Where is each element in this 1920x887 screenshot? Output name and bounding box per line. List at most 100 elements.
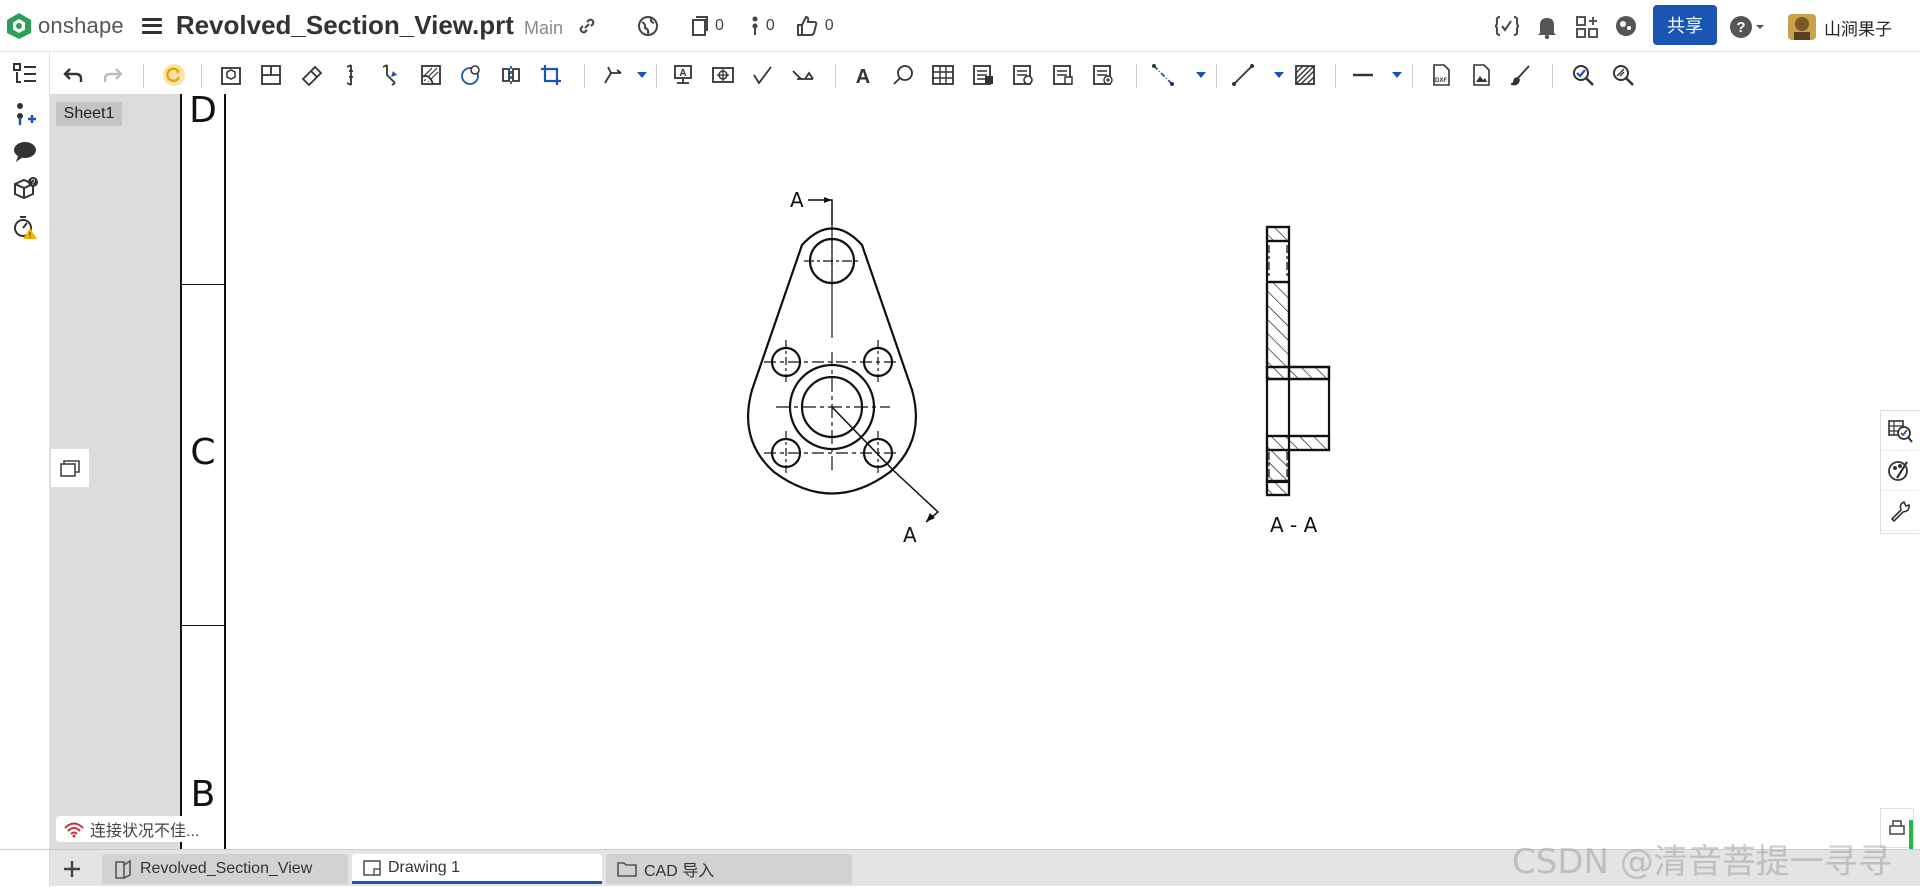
main-menu-button[interactable]	[141, 17, 162, 34]
tab-cad-import[interactable]: CAD 导入	[606, 854, 852, 884]
format-painter-icon[interactable]	[1508, 62, 1534, 88]
help-icon[interactable]: ?	[1729, 15, 1767, 39]
svg-text:DXF: DXF	[1435, 78, 1447, 84]
inspect-dimension-icon[interactable]	[1610, 62, 1636, 88]
add-instance-icon[interactable]	[10, 99, 40, 129]
connection-status[interactable]: 连接状况不佳...	[56, 816, 220, 842]
onshape-logo-icon	[7, 12, 31, 39]
add-tab-button[interactable]	[58, 856, 86, 882]
dimension-icon[interactable]	[600, 62, 626, 88]
bottom-left-rail	[0, 850, 50, 887]
versions-icon[interactable]	[691, 15, 709, 37]
datum-feature-icon[interactable]: A	[670, 62, 696, 88]
insert-view-icon[interactable]	[218, 62, 244, 88]
hatch-icon[interactable]	[1292, 62, 1318, 88]
break-view-icon[interactable]	[498, 62, 524, 88]
appearance-panel-icon[interactable]	[1881, 451, 1919, 491]
connection-status-text: 连接状况不佳...	[90, 823, 200, 840]
branches-icon[interactable]	[750, 15, 760, 37]
learning-icon[interactable]	[1614, 14, 1638, 38]
tab-label: Revolved_Section_View	[140, 860, 313, 877]
feature-control-frame-icon[interactable]	[710, 62, 736, 88]
line-style-icon[interactable]	[1350, 62, 1376, 88]
update-drawing-icon[interactable]	[161, 62, 187, 88]
left-rail: ? !	[0, 52, 50, 886]
crop-view-icon[interactable]	[538, 62, 564, 88]
insert-image-icon[interactable]	[1468, 62, 1494, 88]
note-icon[interactable]: A	[850, 62, 876, 88]
revision-table-icon[interactable]	[1050, 62, 1076, 88]
avatar[interactable]	[1786, 12, 1818, 42]
centerline-dropdown[interactable]	[1196, 72, 1206, 78]
user-name[interactable]: 山涧果子	[1824, 15, 1892, 40]
sheet-tab-sheet1[interactable]: Sheet1	[56, 102, 122, 126]
part-studio-icon	[112, 858, 134, 880]
undo-icon[interactable]	[60, 62, 86, 88]
hole-table-icon[interactable]	[1010, 62, 1036, 88]
drawing-check-panel-icon[interactable]	[1881, 411, 1919, 451]
aligned-section-view-icon[interactable]	[378, 62, 404, 88]
sheet-border-zones: D C B	[180, 90, 226, 849]
detail-view-icon[interactable]	[458, 62, 484, 88]
section-view-icon[interactable]	[338, 62, 364, 88]
top-bar: onshape Revolved_Section_View.prt Main 0…	[0, 0, 1920, 52]
svg-text:?: ?	[31, 178, 36, 187]
right-dock	[1880, 410, 1920, 534]
tab-label: Drawing 1	[388, 858, 461, 876]
weld-symbol-icon[interactable]	[790, 62, 816, 88]
properties-wrench-icon[interactable]	[1881, 491, 1919, 531]
document-title[interactable]: Revolved_Section_View.prt	[176, 10, 514, 41]
apps-icon[interactable]	[1575, 15, 1599, 39]
redo-icon[interactable]	[100, 62, 126, 88]
link-icon[interactable]	[577, 16, 597, 36]
line-style-dropdown[interactable]	[1392, 72, 1402, 78]
code-icon[interactable]	[1494, 14, 1520, 38]
performance-warning-icon[interactable]: !	[10, 212, 40, 242]
front-view[interactable]	[730, 180, 970, 560]
like-icon[interactable]	[795, 14, 819, 38]
surface-finish-icon[interactable]	[750, 62, 776, 88]
dimension-dropdown[interactable]	[637, 72, 647, 78]
drawing-icon	[362, 858, 382, 878]
share-button[interactable]: 共享	[1653, 5, 1717, 45]
bell-icon[interactable]	[1536, 15, 1558, 39]
zone-label-c: C	[190, 432, 216, 473]
part-studio-help-icon[interactable]: ?	[10, 174, 40, 204]
export-dxf-icon[interactable]: DXF	[1428, 62, 1454, 88]
centerline-icon[interactable]	[1150, 62, 1176, 88]
restore-panel-button[interactable]	[50, 448, 90, 488]
branch-label[interactable]: Main	[524, 18, 563, 39]
broken-out-section-icon[interactable]	[418, 62, 444, 88]
drawing-toolbar: A A DXF	[50, 54, 1920, 94]
branches-count: 0	[765, 16, 775, 34]
tab-revolved-section-view[interactable]: Revolved_Section_View	[102, 854, 348, 884]
tab-drawing-1[interactable]: Drawing 1	[352, 854, 602, 884]
svg-text:?: ?	[1736, 19, 1745, 36]
bom-table-icon[interactable]	[970, 62, 996, 88]
line-icon[interactable]	[1230, 62, 1256, 88]
table-icon[interactable]	[930, 62, 956, 88]
projected-view-icon[interactable]	[258, 62, 284, 88]
drawing-canvas[interactable]	[180, 94, 1880, 849]
section-label-top: A	[790, 188, 804, 212]
versions-count: 0	[714, 16, 724, 34]
section-view-a-a[interactable]	[1250, 220, 1340, 500]
plus-icon	[64, 861, 80, 877]
svg-text:A: A	[679, 68, 686, 79]
comments-icon[interactable]	[10, 137, 40, 167]
watermark-text: CSDN @清音菩提一寻寻	[1512, 842, 1892, 882]
callout-icon[interactable]	[890, 62, 916, 88]
globe-icon[interactable]	[637, 15, 659, 37]
svg-text:A: A	[856, 66, 870, 87]
inspection-table-icon[interactable]	[1090, 62, 1116, 88]
feature-list-icon[interactable]	[10, 59, 40, 89]
check-drawing-icon[interactable]	[1570, 62, 1596, 88]
section-view-caption: A - A	[1270, 513, 1318, 537]
folder-icon	[616, 860, 638, 878]
tab-label: CAD 导入	[644, 863, 715, 880]
auxiliary-view-icon[interactable]	[298, 62, 324, 88]
onshape-logo-text: onshape	[38, 12, 124, 38]
onshape-logo[interactable]: onshape	[6, 12, 124, 40]
line-dropdown[interactable]	[1274, 72, 1284, 78]
connection-warning-icon	[64, 822, 84, 838]
